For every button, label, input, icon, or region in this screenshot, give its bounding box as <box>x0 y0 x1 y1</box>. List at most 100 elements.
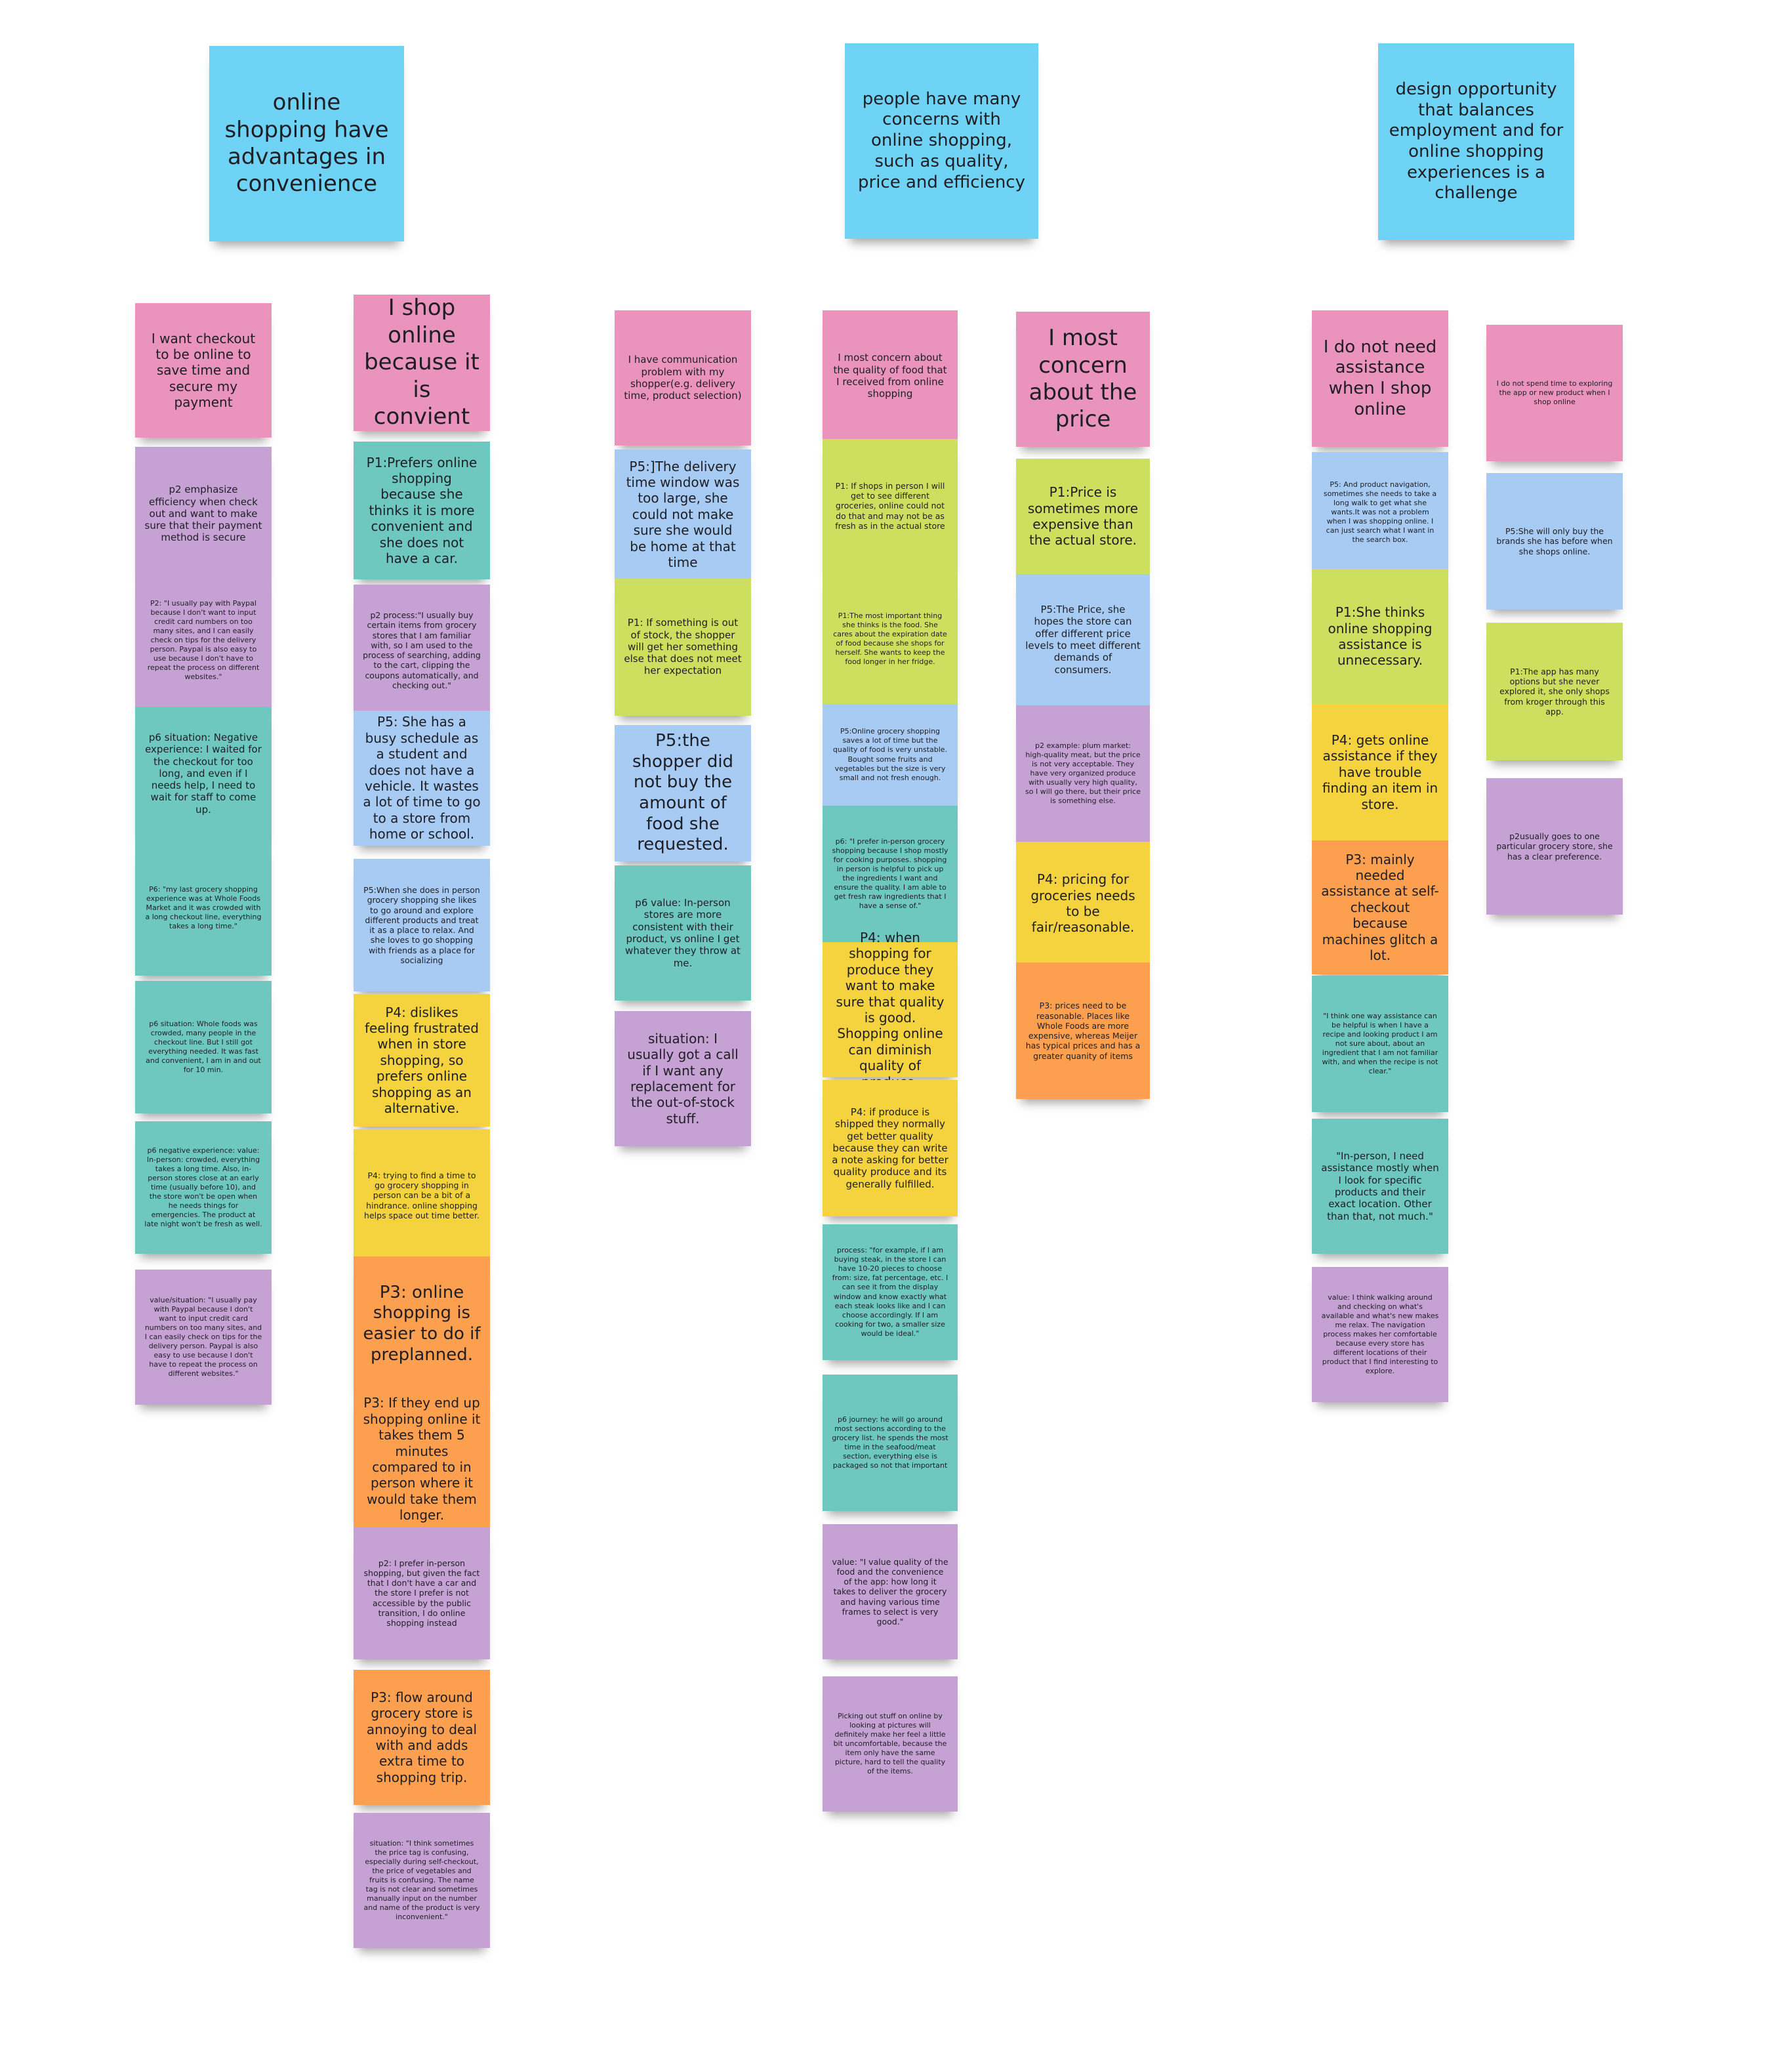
sticky-note-orange[interactable]: P3: mainly needed assistance at self-che… <box>1312 840 1448 974</box>
note-text: online shopping have advantages in conve… <box>224 89 389 197</box>
note-text: I have communication problem with my sho… <box>624 354 742 402</box>
note-text: I most concern about the price <box>1028 325 1137 433</box>
note-text: P5:When she does in person grocery shopp… <box>363 885 480 965</box>
note-text: P1: If something is out of stock, the sh… <box>624 617 742 677</box>
note-text: P1:Price is sometimes more expensive tha… <box>1027 484 1139 549</box>
sticky-note-lime[interactable]: P1:The app has many options but she neve… <box>1486 623 1623 760</box>
sticky-note-purple[interactable]: situation: I usually got a call if I wan… <box>615 1011 751 1146</box>
sticky-note-orange[interactable]: P3: If they end up shopping online it ta… <box>354 1392 490 1527</box>
note-text: P5:She will only buy the brands she has … <box>1496 526 1613 556</box>
note-text: P2: "I usually pay with Paypal because I… <box>147 598 260 682</box>
note-text: I do not need assistance when I shop onl… <box>1323 337 1437 419</box>
sticky-note-teal[interactable]: "In-person, I need assistance mostly whe… <box>1312 1119 1448 1254</box>
sticky-note-yellow[interactable]: P4: gets online assistance if they have … <box>1312 704 1448 840</box>
sticky-note-lime[interactable]: P1:The most important thing she thinks i… <box>823 573 958 705</box>
header-note-design-opportunity[interactable]: design opportunity that balances employm… <box>1378 43 1574 240</box>
sticky-note-purple[interactable]: value: I think walking around and checki… <box>1312 1267 1448 1402</box>
sticky-note-blue[interactable]: P5:the shopper did not buy the amount of… <box>615 725 751 861</box>
note-text: p6 value: In-person stores are more cons… <box>625 897 741 969</box>
note-text: P3: prices need to be reasonable. Places… <box>1025 1001 1141 1061</box>
sticky-note-teal[interactable]: P1:Prefers online shopping because she t… <box>354 442 490 579</box>
note-text: P5:The Price, she hopes the store can of… <box>1025 604 1141 676</box>
sticky-note-purple[interactable]: value/situation: "I usually pay with Pay… <box>135 1270 272 1405</box>
sticky-note-purple[interactable]: situation: "I think sometimes the price … <box>354 1813 490 1948</box>
sticky-note-teal[interactable]: p6 situation: Whole foods was crowded, m… <box>135 981 272 1113</box>
note-text: value: "I value quality of the food and … <box>832 1556 948 1627</box>
note-text: p2 process:"I usually buy certain items … <box>363 610 481 690</box>
note-text: I most concern about the quality of food… <box>833 352 947 400</box>
note-text: P4: dislikes feeling frustrated when in … <box>364 1004 479 1116</box>
header-note-convenience[interactable]: online shopping have advantages in conve… <box>209 46 404 241</box>
note-text: P3: flow around grocery store is annoyin… <box>366 1689 478 1785</box>
note-text: P6: "my last grocery shopping experience… <box>145 884 262 931</box>
note-text: p2usually goes to one particular grocery… <box>1496 831 1613 861</box>
sticky-note-yellow[interactable]: P4: if produce is shipped they normally … <box>823 1080 958 1216</box>
sticky-note-purple[interactable]: P2: "I usually pay with Paypal because I… <box>135 574 272 707</box>
sticky-note-lime[interactable]: P1: If something is out of stock, the sh… <box>615 578 751 716</box>
sticky-note-teal[interactable]: "I think one way assistance can be helpf… <box>1312 976 1448 1112</box>
sticky-note-purple[interactable]: Picking out stuff on online by looking a… <box>823 1676 958 1812</box>
sticky-note-orange[interactable]: P3: flow around grocery store is annoyin… <box>354 1670 490 1805</box>
whiteboard-canvas: online shopping have advantages in conve… <box>0 0 1792 2051</box>
sticky-note-blue[interactable]: P5:Online grocery shopping saves a lot o… <box>823 704 958 806</box>
note-text: P1:Prefers online shopping because she t… <box>366 454 478 566</box>
sticky-note-lime[interactable]: P1: If shops in person I will get to see… <box>823 439 958 573</box>
sticky-note-purple[interactable]: value: "I value quality of the food and … <box>823 1524 958 1659</box>
sticky-note-blue[interactable]: P5: She has a busy schedule as a student… <box>354 711 490 846</box>
note-text: P4: gets online assistance if they have … <box>1322 732 1438 812</box>
sticky-note-lime[interactable]: P1:She thinks online shopping assistance… <box>1312 569 1448 704</box>
note-text: P4: pricing for groceries needs to be fa… <box>1030 871 1135 936</box>
sticky-note-pink[interactable]: I do not need assistance when I shop onl… <box>1312 310 1448 447</box>
sticky-note-orange[interactable]: P3: online shopping is easier to do if p… <box>354 1256 490 1392</box>
note-text: P5:Online grocery shopping saves a lot o… <box>832 727 948 782</box>
note-text: P3: If they end up shopping online it ta… <box>363 1395 481 1523</box>
sticky-note-pink[interactable]: I most concern about the quality of food… <box>823 310 958 442</box>
note-text: p6 journey: he will go around most secti… <box>832 1415 948 1470</box>
header-note-concerns[interactable]: people have many concerns with online sh… <box>845 43 1038 239</box>
note-text: "I think one way assistance can be helpf… <box>1322 1011 1438 1076</box>
sticky-note-purple[interactable]: p2: I prefer in-person shopping, but giv… <box>354 1527 490 1659</box>
note-text: P5: She has a busy schedule as a student… <box>363 714 481 842</box>
note-text: p2 example: plum market: high-quality me… <box>1025 741 1141 806</box>
sticky-note-purple[interactable]: p2 process:"I usually buy certain items … <box>354 585 490 716</box>
sticky-note-lime[interactable]: P1:Price is sometimes more expensive tha… <box>1016 459 1150 574</box>
sticky-note-orange[interactable]: P3: prices need to be reasonable. Places… <box>1016 963 1150 1099</box>
note-text: P3: online shopping is easier to do if p… <box>363 1282 481 1365</box>
sticky-note-pink[interactable]: I want checkout to be online to save tim… <box>135 303 272 438</box>
sticky-note-teal[interactable]: p6 negative experience: value: In-person… <box>135 1121 272 1254</box>
sticky-note-yellow[interactable]: P4: pricing for groceries needs to be fa… <box>1016 842 1150 965</box>
sticky-note-blue[interactable]: P5:When she does in person grocery shopp… <box>354 859 490 991</box>
sticky-note-teal[interactable]: p6 journey: he will go around most secti… <box>823 1375 958 1511</box>
sticky-note-yellow[interactable]: P4: trying to find a time to go grocery … <box>354 1129 490 1262</box>
sticky-note-blue[interactable]: P5:The Price, she hopes the store can of… <box>1016 574 1150 705</box>
sticky-note-pink[interactable]: I shop online because it is convient <box>354 295 490 431</box>
note-text: p6 situation: Negative experience: I wai… <box>145 731 262 816</box>
sticky-note-teal[interactable]: p6 value: In-person stores are more cons… <box>615 865 751 1001</box>
sticky-note-blue[interactable]: P5: And product navigation, sometimes sh… <box>1312 452 1448 573</box>
note-text: situation: I usually got a call if I wan… <box>627 1030 739 1127</box>
sticky-note-teal[interactable]: p6 situation: Negative experience: I wai… <box>135 707 272 840</box>
note-text: P5: And product navigation, sometimes sh… <box>1323 480 1437 545</box>
note-text: p2 emphasize efficiency when check out a… <box>144 484 262 544</box>
sticky-note-purple[interactable]: p2usually goes to one particular grocery… <box>1486 778 1623 915</box>
note-text: I want checkout to be online to save tim… <box>151 330 256 411</box>
sticky-note-pink[interactable]: I have communication problem with my sho… <box>615 310 751 445</box>
sticky-note-purple[interactable]: p2 emphasize efficiency when check out a… <box>135 447 272 581</box>
sticky-note-yellow[interactable]: P4: dislikes feeling frustrated when in … <box>354 994 490 1127</box>
sticky-note-yellow[interactable]: P4: when shopping for produce they want … <box>823 930 958 1090</box>
note-text: process: "for example, if I am buying st… <box>832 1246 948 1338</box>
note-text: P1:The most important thing she thinks i… <box>833 611 947 667</box>
sticky-note-blue[interactable]: P5:]The delivery time window was too lar… <box>615 449 751 579</box>
note-text: value/situation: "I usually pay with Pay… <box>144 1295 262 1378</box>
sticky-note-purple[interactable]: p2 example: plum market: high-quality me… <box>1016 705 1150 842</box>
sticky-note-pink[interactable]: I do not spend time to exploring the app… <box>1486 325 1623 461</box>
note-text: P1:She thinks online shopping assistance… <box>1328 604 1433 669</box>
sticky-note-teal[interactable]: process: "for example, if I am buying st… <box>823 1224 958 1360</box>
note-text: "In-person, I need assistance mostly whe… <box>1321 1150 1439 1222</box>
sticky-note-blue[interactable]: P5:She will only buy the brands she has … <box>1486 473 1623 610</box>
sticky-note-teal[interactable]: p6: "I prefer in-person grocery shopping… <box>823 806 958 942</box>
sticky-note-teal[interactable]: P6: "my last grocery shopping experience… <box>135 840 272 976</box>
note-text: P4: when shopping for produce they want … <box>836 930 945 1090</box>
sticky-note-pink[interactable]: I most concern about the price <box>1016 312 1150 447</box>
note-text: p6 negative experience: value: In-person… <box>144 1146 262 1229</box>
